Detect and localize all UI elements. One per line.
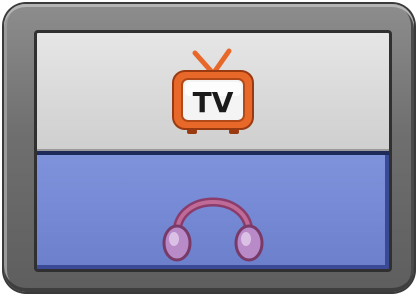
source-selector-panel: TV bbox=[34, 30, 392, 272]
selector-frame: TV bbox=[4, 4, 414, 292]
tv-icon: TV bbox=[172, 48, 254, 134]
headphones-icon bbox=[162, 197, 264, 262]
audio-source-button[interactable] bbox=[37, 155, 389, 269]
tv-label: TV bbox=[193, 86, 234, 119]
tv-source-button[interactable]: TV bbox=[37, 33, 389, 151]
